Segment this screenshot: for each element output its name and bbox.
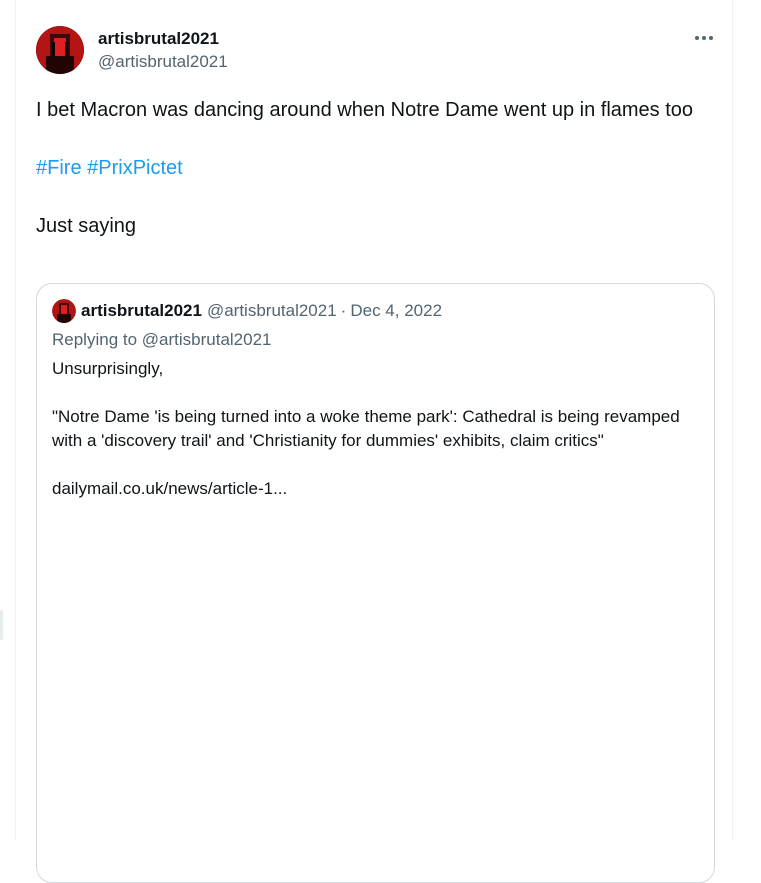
avatar[interactable] bbox=[36, 26, 84, 74]
author-block: artisbrutal2021 @artisbrutal2021 bbox=[98, 29, 228, 73]
quoted-link-text: dailymail.co.uk/news/article-1... bbox=[52, 479, 288, 498]
hashtag-link-fire[interactable]: #Fire bbox=[36, 157, 82, 179]
hashtag-line: #Fire #PrixPictet bbox=[36, 154, 706, 183]
hashtag-link-prixpictet[interactable]: #PrixPictet bbox=[87, 157, 183, 179]
quoted-tweet-header: artisbrutal2021 @artisbrutal2021 · Dec 4… bbox=[52, 299, 442, 323]
quoted-author-name: artisbrutal2021 bbox=[81, 301, 202, 320]
tweet-text-line: Just saying bbox=[36, 215, 137, 237]
timeline-column: artisbrutal2021 @artisbrutal2021 I bet M… bbox=[15, 0, 733, 883]
quoted-text-para: Unsurprisingly, bbox=[52, 359, 164, 378]
quoted-avatar bbox=[52, 299, 76, 323]
quoted-date: Dec 4, 2022 bbox=[350, 301, 443, 320]
quoted-author-handle: @artisbrutal2021 bbox=[206, 301, 337, 320]
quoted-avatar-image bbox=[52, 299, 76, 323]
more-options-button[interactable] bbox=[692, 26, 716, 50]
replying-to: Replying to @artisbrutal2021 bbox=[52, 330, 272, 349]
author-handle[interactable]: @artisbrutal2021 bbox=[98, 51, 228, 73]
quoted-text-para: "Notre Dame 'is being turned into a woke… bbox=[52, 407, 680, 450]
quoted-tweet-text: Unsurprisingly, "Notre Dame 'is being tu… bbox=[52, 357, 702, 501]
separator-dot: · bbox=[340, 301, 347, 320]
tweet-text: I bet Macron was dancing around when Not… bbox=[36, 96, 706, 241]
author-name[interactable]: artisbrutal2021 bbox=[98, 29, 228, 49]
quoted-tweet-card[interactable]: artisbrutal2021 @artisbrutal2021 · Dec 4… bbox=[36, 283, 715, 883]
page-edge-mark bbox=[0, 610, 3, 640]
avatar-image bbox=[36, 26, 84, 74]
tweet-text-line: I bet Macron was dancing around when Not… bbox=[36, 99, 694, 121]
ellipsis-icon bbox=[695, 36, 713, 40]
